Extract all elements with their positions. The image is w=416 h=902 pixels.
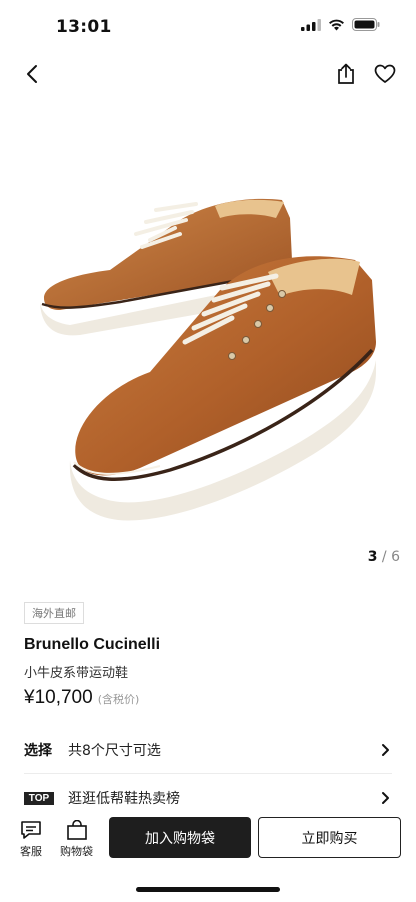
buy-now-button[interactable]: 立即购买 (258, 817, 401, 858)
ranking-text: 逛逛低帮鞋热卖榜 (68, 791, 180, 807)
price: ¥10,700 (24, 687, 93, 708)
status-bar: 13:01 (0, 0, 416, 52)
pager-separator: / (377, 549, 392, 565)
status-time: 13:01 (56, 17, 112, 37)
divider (24, 773, 392, 774)
back-button[interactable] (18, 60, 46, 88)
pager-total: 6 (391, 549, 400, 565)
bag-label: 购物袋 (60, 845, 93, 858)
price-row: ¥10,700 (含税价) (24, 687, 139, 709)
size-select-row[interactable]: 选择 共8个尺寸可选 (24, 738, 392, 762)
shipping-tag: 海外直邮 (24, 602, 84, 624)
price-note: (含税价) (97, 693, 140, 706)
signal-icon (301, 18, 321, 31)
customer-service-button[interactable]: 客服 (20, 820, 42, 859)
home-indicator[interactable] (136, 887, 280, 892)
service-label: 客服 (20, 845, 42, 858)
chevron-right-icon (378, 743, 392, 757)
heart-icon (374, 64, 396, 83)
wifi-icon (329, 19, 344, 30)
brand-name[interactable]: Brunello Cucinelli (24, 636, 160, 654)
back-arrow-icon (27, 65, 37, 83)
favorite-button[interactable] (371, 60, 399, 88)
bottom-action-bar: 客服 购物袋 加入购物袋 立即购买 (0, 814, 416, 866)
gallery-pager: 3 / 6 (368, 549, 400, 565)
share-icon (338, 63, 354, 84)
chevron-right-icon (378, 791, 392, 805)
add-to-bag-button[interactable]: 加入购物袋 (109, 817, 251, 858)
status-icons (301, 18, 380, 31)
top-badge: TOP (24, 791, 54, 805)
battery-icon (352, 18, 380, 31)
product-name: 小牛皮系带运动鞋 (24, 666, 129, 681)
select-label: 选择 (24, 743, 52, 759)
product-image[interactable] (0, 110, 416, 550)
share-button[interactable] (332, 60, 360, 88)
chat-icon (21, 821, 41, 839)
nav-bar (0, 52, 416, 96)
shopping-bag-button[interactable]: 购物袋 (60, 820, 93, 859)
pager-current: 3 (367, 549, 378, 565)
ranking-row[interactable]: TOP 逛逛低帮鞋热卖榜 (24, 786, 392, 810)
size-count-text: 共8个尺寸可选 (68, 743, 161, 759)
shopping-bag-icon (66, 820, 87, 840)
